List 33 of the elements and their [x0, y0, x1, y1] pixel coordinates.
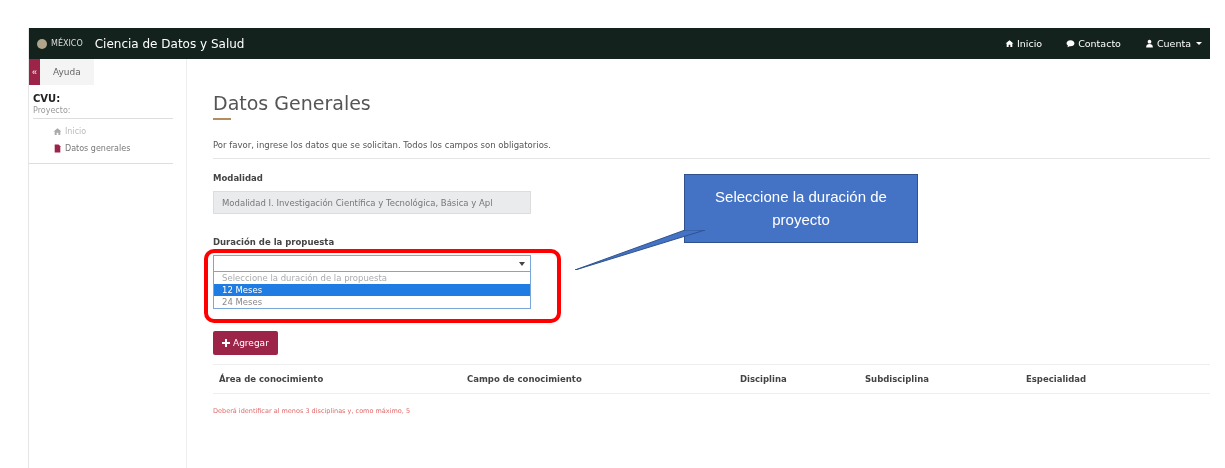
collapse-button[interactable]: « — [29, 59, 40, 85]
modalidad-field: Modalidad I. Investigación Científica y Tecnológica, Básica y Apl — [213, 191, 531, 214]
chat-bubble-icon — [1066, 39, 1076, 48]
plus-icon — [222, 339, 230, 347]
site-title[interactable]: Ciencia de Datos y Salud — [94, 36, 245, 51]
user-icon — [1144, 39, 1154, 48]
government-logo: MÉXICO — [37, 38, 83, 49]
column-header: Disciplina — [740, 374, 788, 384]
instructions-text: Por favor, ingrese los datos que se solicitan. Todos los campos son obligatorios. — [213, 140, 552, 150]
page-title: Datos Generales — [213, 92, 372, 114]
column-header: Área de conocimiento — [219, 374, 325, 384]
column-header: Especialidad — [1026, 374, 1088, 384]
nav-link[interactable]: Contacto — [1066, 38, 1121, 49]
dropdown-option[interactable]: 12 Meses — [214, 284, 530, 296]
add-button[interactable]: Agregar — [213, 331, 278, 355]
duration-select[interactable] — [213, 255, 531, 272]
callout-box: Seleccione la duración de proyecto — [684, 174, 918, 243]
column-header: Campo de conocimiento — [467, 374, 583, 384]
home-icon — [1005, 39, 1014, 48]
title-underline — [213, 118, 231, 120]
dropdown-option[interactable]: 24 Meses — [214, 296, 530, 308]
help-tab[interactable]: Ayuda — [40, 59, 94, 85]
nav-link[interactable]: Inicio — [1005, 38, 1043, 49]
sidebar-subheading: Proyecto: — [33, 106, 173, 119]
sidebar-heading: CVU: — [33, 93, 62, 104]
field-label: Modalidad — [213, 173, 264, 183]
column-header: Subdisciplina — [865, 374, 930, 384]
sidebar-item[interactable]: Datos generales — [29, 140, 173, 157]
home-icon — [53, 127, 62, 136]
dropdown-arrow-icon — [519, 262, 525, 266]
nav-link[interactable]: Cuenta — [1144, 38, 1202, 49]
field-label: Duración de la propuesta — [213, 237, 336, 247]
document-icon — [53, 144, 62, 153]
